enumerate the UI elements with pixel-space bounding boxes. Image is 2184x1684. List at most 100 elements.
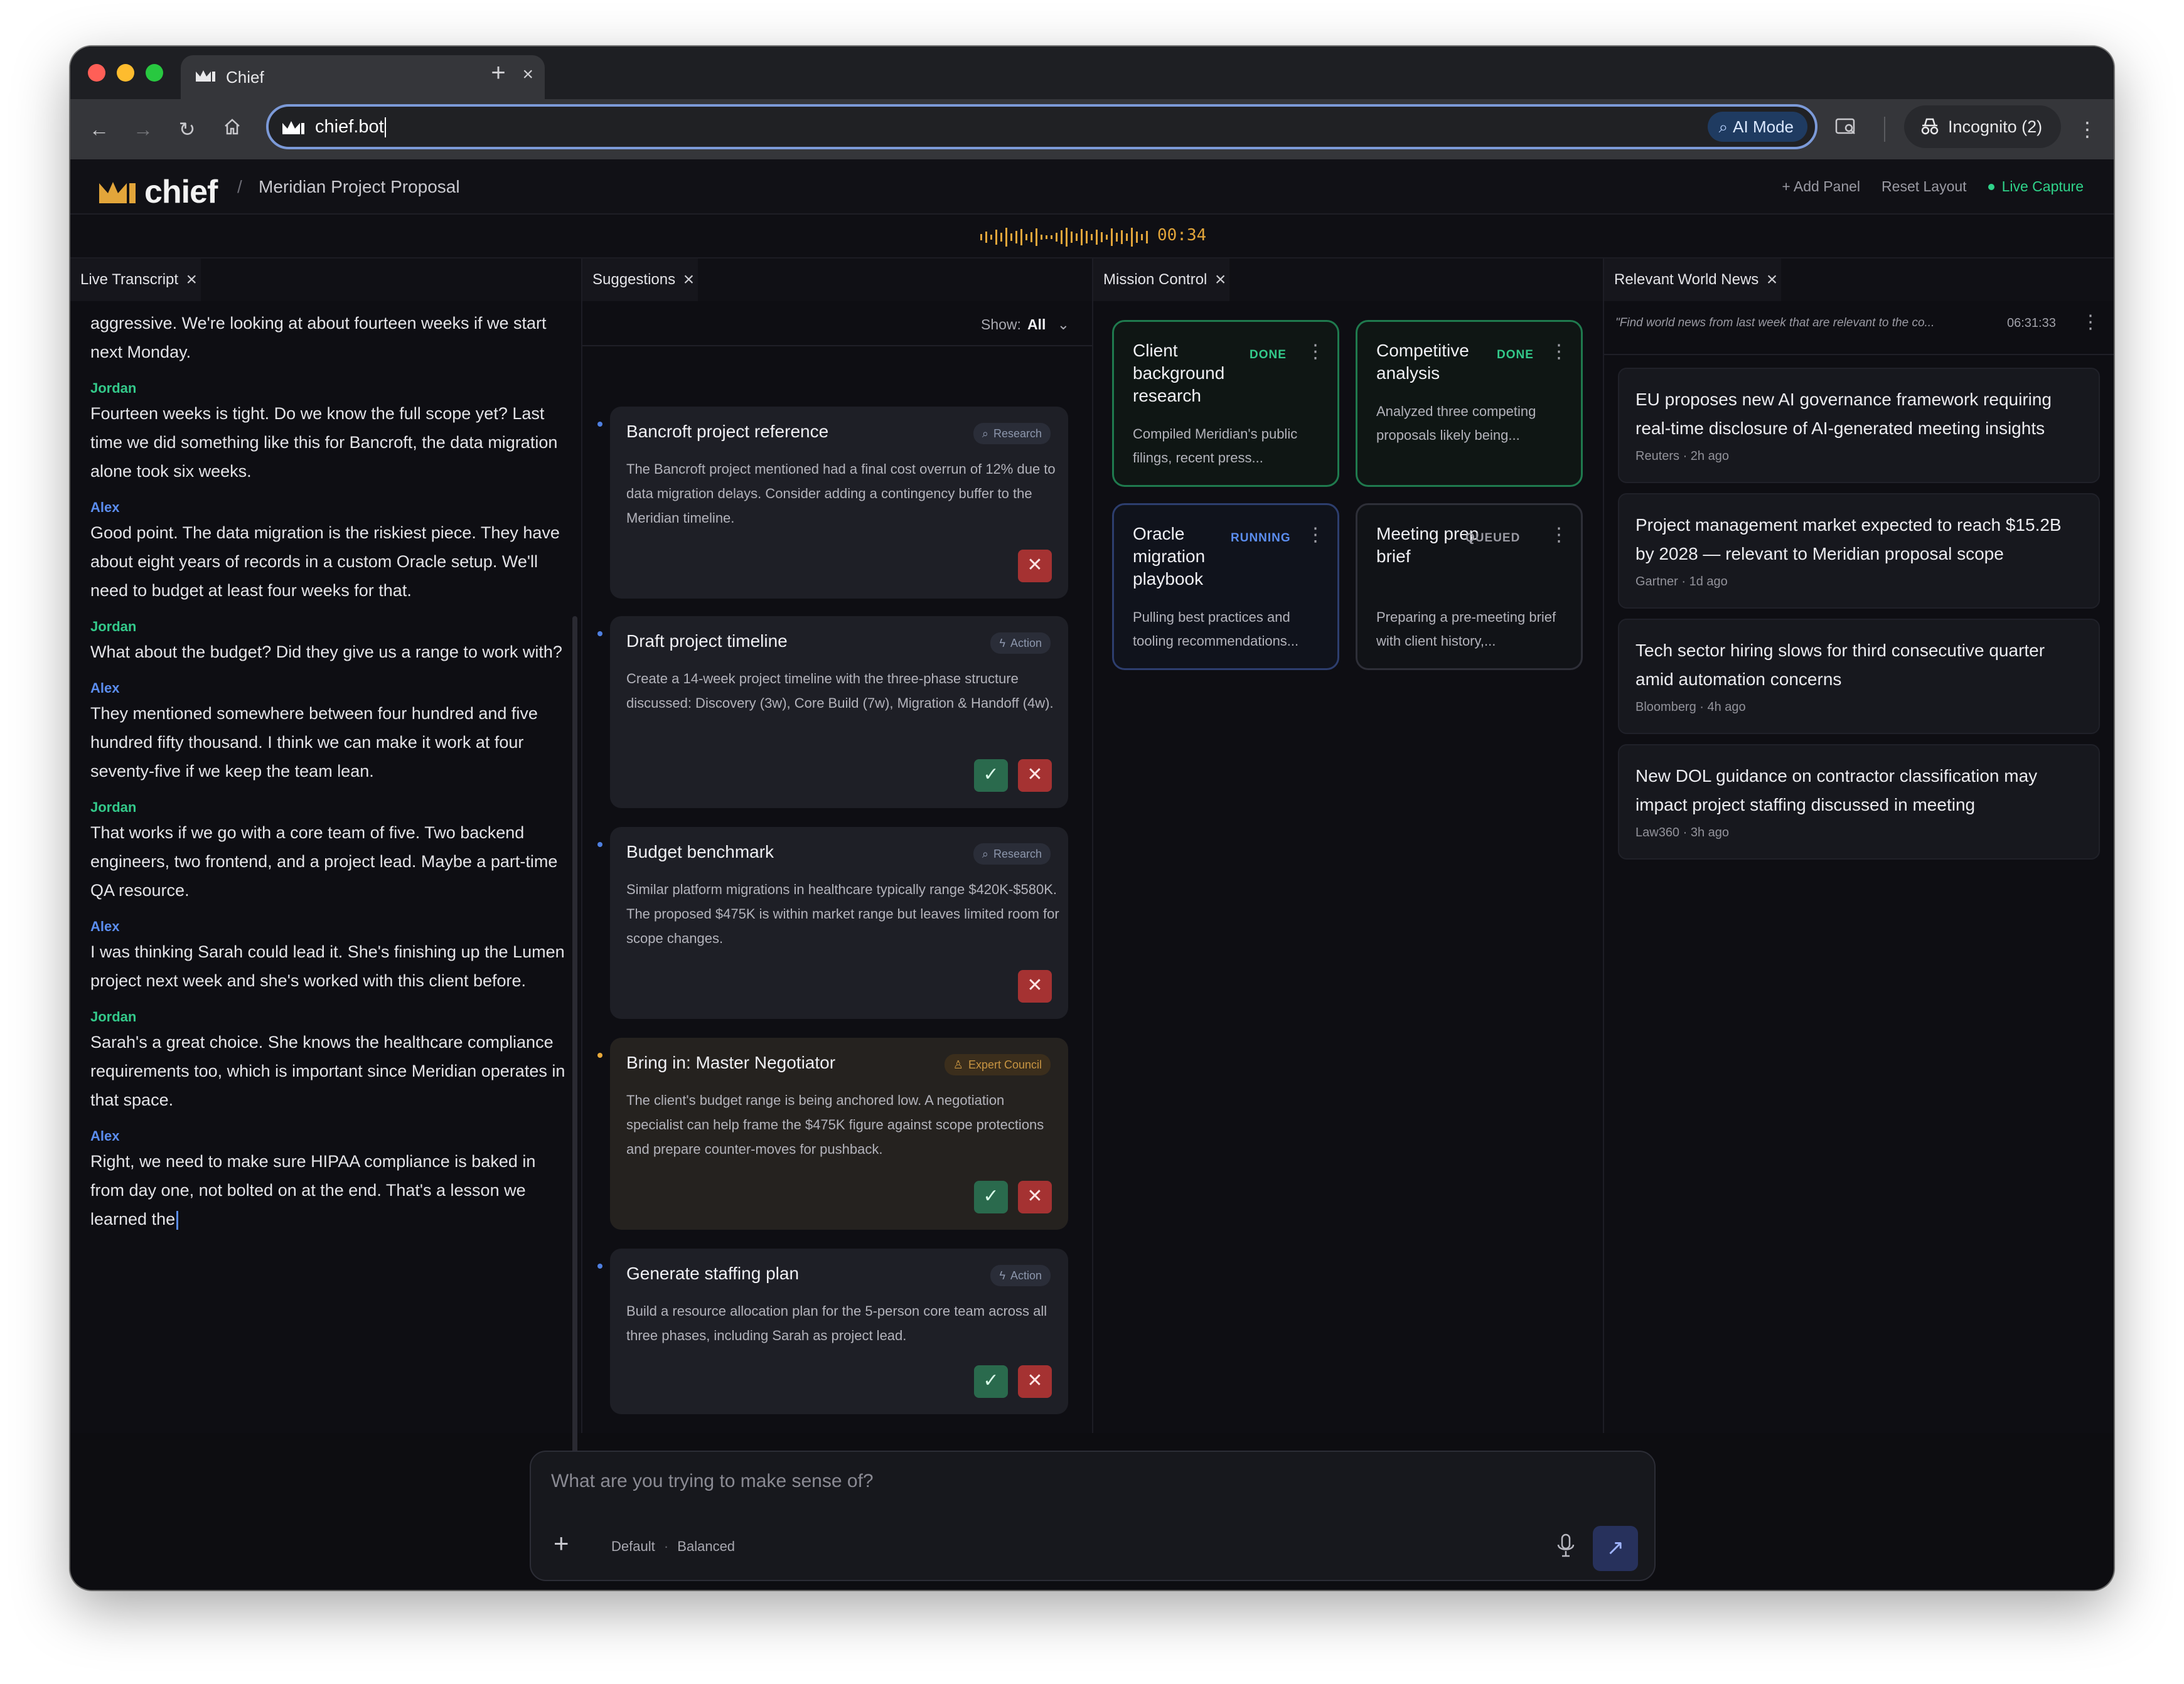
chief-logo[interactable]: chief: [98, 173, 218, 211]
suggestion-card[interactable]: Generate staffing plan ϟ Action Build a res…: [597, 1249, 1068, 1414]
ai-search-icon: ⌕: [1718, 117, 1728, 136]
transcript-text: They mentioned somewhere between four hu…: [90, 704, 538, 781]
mission-body: Pulling best practices and tooling recom…: [1133, 609, 1299, 649]
new-tab-button[interactable]: +: [479, 55, 517, 93]
close-panel-icon[interactable]: ×: [1767, 258, 1778, 301]
mission-menu-icon[interactable]: ⋮: [1550, 524, 1568, 546]
transcript-text: Right, we need to make sure HIPAA compli…: [90, 1152, 536, 1228]
home-icon[interactable]: [218, 117, 246, 144]
transcript-scrollbar[interactable]: [572, 616, 577, 1482]
mission-menu-icon[interactable]: ⋮: [1306, 341, 1325, 363]
news-meta: Bloomberg · 4h ago: [1635, 700, 1746, 714]
accept-check-icon[interactable]: ✓: [974, 1181, 1008, 1213]
reload-icon[interactable]: ↻: [173, 117, 201, 144]
mission-status-badge: DONE: [1497, 348, 1534, 361]
suggestion-card[interactable]: Budget benchmark ⌕ Research Similar platfor…: [597, 827, 1068, 1019]
chat-composer[interactable]: What are you trying to make sense of? + …: [530, 1451, 1656, 1581]
transcript-text: I was thinking Sarah could lead it. She'…: [90, 942, 565, 990]
add-panel-button[interactable]: + Add Panel: [1782, 178, 1860, 195]
mission-control-panel: Mission Control × Client background rese…: [1093, 258, 1604, 1433]
news-card[interactable]: Project management market expected to re…: [1618, 493, 2100, 609]
mission-title: Meeting prep brief: [1376, 524, 1479, 566]
mode-selector[interactable]: Default · Balanced: [611, 1538, 735, 1555]
microphone-icon[interactable]: [1555, 1532, 1576, 1563]
suggestion-card[interactable]: Draft project timeline ϟ Action Create a 14…: [597, 616, 1068, 808]
transcript-text: Fourteen weeks is tight. Do we know the …: [90, 404, 558, 481]
mission-card[interactable]: Competitive analysis DONE ⋮ Analyzed three …: [1356, 320, 1583, 487]
dismiss-x-icon[interactable]: ✕: [1018, 970, 1052, 1003]
incognito-button[interactable]: Incognito (2): [1904, 105, 2061, 148]
close-panel-icon[interactable]: ×: [1215, 258, 1226, 301]
news-card[interactable]: Tech sector hiring slows for third conse…: [1618, 619, 2100, 734]
mission-card[interactable]: Client background research DONE ⋮ Compiled …: [1112, 320, 1339, 487]
suggestion-tag: ⌕ Research: [973, 843, 1051, 865]
suggestion-actions: ✕: [1018, 970, 1052, 1003]
close-panel-icon[interactable]: ×: [683, 258, 695, 301]
back-arrow-icon[interactable]: ←: [85, 117, 113, 144]
tag-label: Research: [993, 848, 1042, 860]
mission-menu-icon[interactable]: ⋮: [1306, 524, 1325, 546]
close-panel-icon[interactable]: ×: [186, 258, 198, 301]
transcript-panel: Live Transcript × aggressive. We're look…: [70, 258, 582, 1482]
maximize-window-button[interactable]: [146, 64, 163, 82]
suggestions-panel: Suggestions × Show: All ⌄ Bancroft projec…: [582, 258, 1093, 1433]
suggestion-card[interactable]: Bancroft project reference ⌕ Research The B…: [597, 407, 1068, 599]
mission-card[interactable]: Oracle migration playbook RUNNING ⋮ Pulling…: [1112, 503, 1339, 670]
transcript-line: Good point. The data migration is the ri…: [90, 518, 567, 605]
site-logo-icon: [281, 118, 306, 140]
dismiss-x-icon[interactable]: ✕: [1018, 550, 1052, 582]
status-dot-icon: [597, 422, 602, 427]
accept-check-icon[interactable]: ✓: [974, 759, 1008, 792]
transcript-line: aggressive. We're looking at about fourt…: [90, 309, 567, 366]
suggestion-title: Bring in: Master Negotiator: [626, 1053, 836, 1072]
suggestion-title: Generate staffing plan: [626, 1264, 800, 1283]
mission-body: Compiled Meridian's public filings, rece…: [1133, 426, 1298, 466]
live-capture-toggle[interactable]: Live Capture: [1988, 178, 2084, 195]
speaker-name: Jordan: [90, 799, 137, 815]
speaker-name: Alex: [90, 919, 120, 934]
tab-search-icon[interactable]: [1833, 117, 1860, 144]
dismiss-x-icon[interactable]: ✕: [1018, 1181, 1052, 1213]
more-menu-icon[interactable]: ⋮: [2074, 117, 2101, 144]
composer-input[interactable]: What are you trying to make sense of?: [551, 1471, 874, 1492]
divider: [582, 345, 1092, 346]
suggestion-card[interactable]: Bring in: Master Negotiator ♙ Expert Counc…: [597, 1038, 1068, 1230]
close-window-button[interactable]: [88, 64, 105, 82]
minimize-window-button[interactable]: [117, 64, 134, 82]
news-headline: EU proposes new AI governance framework …: [1635, 390, 2052, 438]
show-filter-dropdown[interactable]: Show: All ⌄: [981, 316, 1069, 333]
news-card[interactable]: New DOL guidance on contractor classific…: [1618, 744, 2100, 860]
dismiss-x-icon[interactable]: ✕: [1018, 1365, 1052, 1398]
status-dot-icon: [597, 1053, 602, 1058]
show-filter-label: Show:: [981, 316, 1021, 333]
speaker-name: Alex: [90, 499, 120, 515]
breadcrumb-project[interactable]: Meridian Project Proposal: [259, 177, 460, 197]
divider: [1604, 354, 2114, 355]
news-menu-icon[interactable]: ⋮: [2081, 311, 2100, 333]
speaker-name: Alex: [90, 680, 120, 696]
mode-balanced: Balanced: [677, 1538, 736, 1554]
ai-mode-button[interactable]: ⌕ AI Mode: [1707, 112, 1807, 142]
accept-check-icon[interactable]: ✓: [974, 1365, 1008, 1398]
panel-title: Mission Control: [1103, 271, 1207, 288]
news-meta: Law360 · 3h ago: [1635, 826, 1730, 839]
transcript-text: aggressive. We're looking at about fourt…: [90, 314, 547, 361]
forward-arrow-icon[interactable]: →: [129, 117, 157, 144]
tab-close-icon[interactable]: ×: [522, 64, 533, 85]
status-dot-icon: [597, 1264, 602, 1269]
address-bar[interactable]: chief.bot ⌕ AI Mode: [266, 104, 1817, 149]
tab-mission-control[interactable]: Mission Control ×: [1093, 258, 1230, 301]
add-attachment-icon[interactable]: +: [554, 1528, 569, 1559]
dismiss-x-icon[interactable]: ✕: [1018, 759, 1052, 792]
tab-suggestions[interactable]: Suggestions ×: [582, 258, 699, 301]
reset-layout-button[interactable]: Reset Layout: [1882, 178, 1967, 195]
mission-card[interactable]: Meeting prep brief QUEUED ⋮ Preparing a pre…: [1356, 503, 1583, 670]
mission-menu-icon[interactable]: ⋮: [1550, 341, 1568, 363]
browser-window: Chief × + ← → ↻ chief.bot ⌕ AI Mode Incog…: [70, 46, 2114, 1590]
mission-title: Oracle migration playbook: [1133, 524, 1206, 589]
send-button[interactable]: ↗: [1593, 1526, 1638, 1571]
tab-live-transcript[interactable]: Live Transcript ×: [70, 258, 201, 301]
news-card[interactable]: EU proposes new AI governance framework …: [1618, 368, 2100, 483]
suggestion-body: Build a resource allocation plan for the…: [626, 1303, 1047, 1343]
tab-world-news[interactable]: Relevant World News ×: [1604, 258, 1782, 301]
